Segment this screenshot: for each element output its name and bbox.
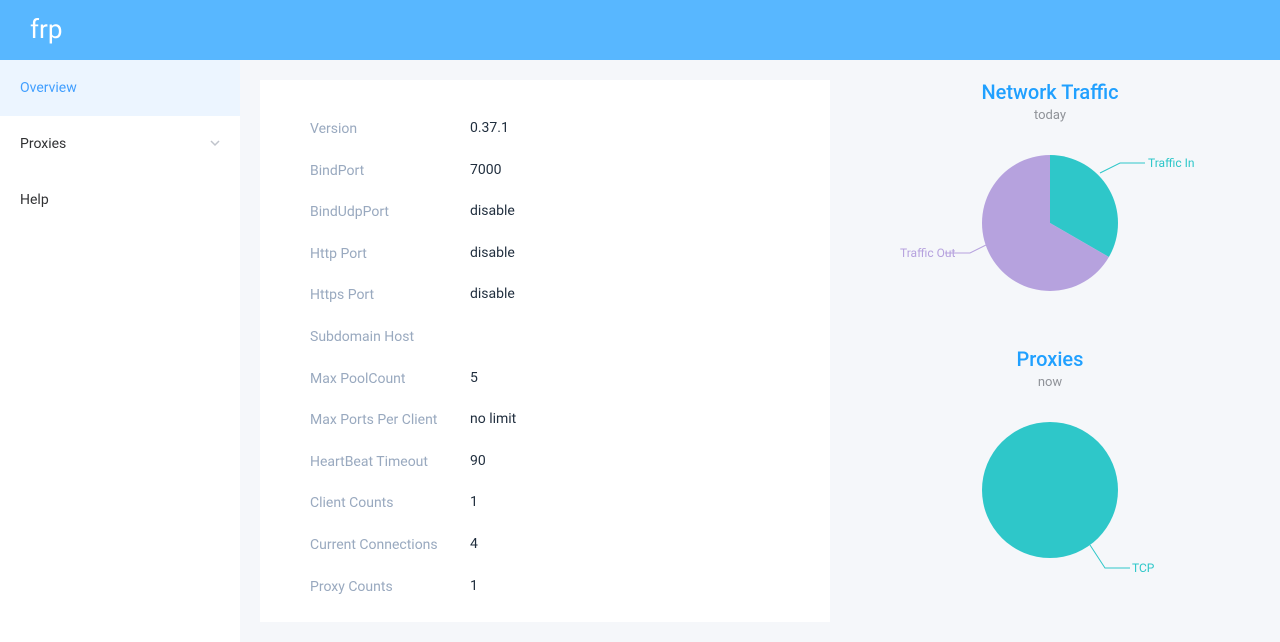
info-value: disable xyxy=(470,203,515,219)
charts-column: Network Traffic today Traffic In Traffic… xyxy=(840,60,1280,642)
info-label: Max PoolCount xyxy=(310,370,470,390)
pie-wrap: TCP xyxy=(900,410,1200,594)
sidebar: Overview Proxies Help xyxy=(0,60,240,642)
info-label: BindUdpPort xyxy=(310,203,470,223)
proxies-chart: Proxies now TCP xyxy=(850,347,1250,594)
info-row: Proxy Counts 1 xyxy=(310,578,780,598)
sidebar-item-label: Overview xyxy=(20,80,77,96)
pie-label-traffic-out: Traffic Out xyxy=(900,246,955,260)
chart-subtitle: today xyxy=(850,108,1250,123)
sidebar-item-help[interactable]: Help xyxy=(0,172,240,228)
info-row: BindPort 7000 xyxy=(310,162,780,182)
info-row: Current Connections 4 xyxy=(310,536,780,556)
pie-label-tcp: TCP xyxy=(1132,561,1155,575)
info-row: Client Counts 1 xyxy=(310,494,780,514)
info-label: Max Ports Per Client xyxy=(310,411,470,431)
info-value: 0.37.1 xyxy=(470,120,509,136)
chevron-down-icon xyxy=(210,137,220,151)
sidebar-item-label: Help xyxy=(20,192,49,208)
info-row: HeartBeat Timeout 90 xyxy=(310,453,780,473)
info-value: 5 xyxy=(470,370,478,386)
main-container: Overview Proxies Help Version 0.37.1 Bin… xyxy=(0,60,1280,642)
info-value: disable xyxy=(470,245,515,261)
pie-chart-svg: Traffic In Traffic Out xyxy=(900,143,1200,303)
info-value: no limit xyxy=(470,411,516,427)
network-traffic-chart: Network Traffic today Traffic In Traffic… xyxy=(850,80,1250,307)
info-value: disable xyxy=(470,286,515,302)
info-row: Version 0.37.1 xyxy=(310,120,780,140)
info-label: Http Port xyxy=(310,245,470,265)
info-value: 4 xyxy=(470,536,478,552)
info-row: Http Port disable xyxy=(310,245,780,265)
info-row: Max PoolCount 5 xyxy=(310,370,780,390)
info-label: Client Counts xyxy=(310,494,470,514)
pie-chart-svg: TCP xyxy=(900,410,1200,590)
chart-title: Network Traffic xyxy=(850,80,1250,104)
chart-title: Proxies xyxy=(850,347,1250,371)
info-row: Max Ports Per Client no limit xyxy=(310,411,780,431)
info-label: Current Connections xyxy=(310,536,470,556)
info-row: Https Port disable xyxy=(310,286,780,306)
info-label: Proxy Counts xyxy=(310,578,470,598)
info-value: 1 xyxy=(470,578,478,594)
sidebar-item-overview[interactable]: Overview xyxy=(0,60,240,116)
info-card: Version 0.37.1 BindPort 7000 BindUdpPort… xyxy=(260,80,830,622)
app-logo: frp xyxy=(30,15,62,45)
info-label: Https Port xyxy=(310,286,470,306)
info-label: HeartBeat Timeout xyxy=(310,453,470,473)
pie-slice-tcp[interactable] xyxy=(982,422,1118,558)
chart-subtitle: now xyxy=(850,375,1250,390)
pie-label-traffic-in: Traffic In xyxy=(1148,156,1194,170)
info-row: Subdomain Host xyxy=(310,328,780,348)
app-header: frp xyxy=(0,0,1280,60)
info-value: 90 xyxy=(470,453,486,469)
sidebar-item-label: Proxies xyxy=(20,136,66,152)
info-label: Subdomain Host xyxy=(310,328,470,348)
info-value: 1 xyxy=(470,494,478,510)
pie-wrap: Traffic In Traffic Out xyxy=(900,143,1200,307)
info-row: BindUdpPort disable xyxy=(310,203,780,223)
info-label: Version xyxy=(310,120,470,140)
info-value: 7000 xyxy=(470,162,501,178)
main-content: Version 0.37.1 BindPort 7000 BindUdpPort… xyxy=(240,60,1280,642)
sidebar-item-proxies[interactable]: Proxies xyxy=(0,116,240,172)
info-label: BindPort xyxy=(310,162,470,182)
